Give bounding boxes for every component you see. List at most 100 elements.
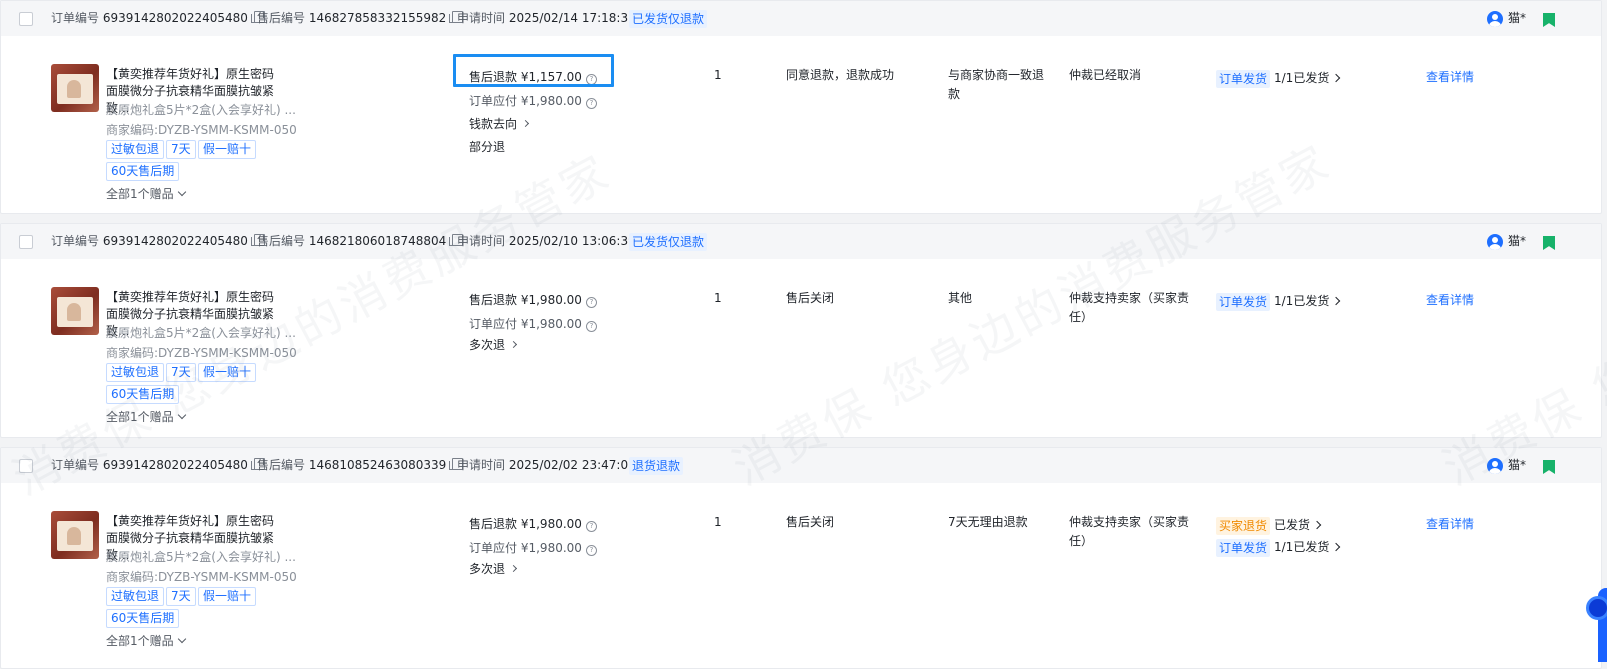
refund-amount: 售后退款 ¥1,980.00? (469, 291, 597, 308)
multiple-refund-label: 多次退 (469, 562, 506, 576)
shipping-status-link[interactable]: 1/1已发货 (1274, 538, 1341, 557)
arbitration-status: 仲裁支持卖家（买家责任） (1069, 515, 1190, 548)
money-destination-link[interactable]: 钱款去向 (469, 115, 530, 132)
view-details-link[interactable]: 查看详情 (1426, 68, 1474, 85)
refund-reason: 7天无理由退款 (948, 515, 1028, 529)
gift-label: 全部1个赠品 (106, 187, 174, 201)
shipping-status-link[interactable]: 1/1已发货 (1274, 69, 1341, 88)
info-icon[interactable]: ? (585, 521, 597, 532)
flag-icon[interactable] (1543, 460, 1555, 474)
after-sale-status: 售后关闭 (786, 515, 835, 529)
after-sale-number: 售后编号 146810852463080339 (257, 448, 464, 483)
apply-time: 申请时间 2025/02/02 23:47:01 (457, 448, 636, 483)
quantity: 1 (714, 291, 722, 305)
service-tag: 过敏包退 (106, 587, 165, 606)
refund-reason: 其他 (948, 291, 973, 305)
select-checkbox[interactable] (19, 235, 33, 249)
select-checkbox[interactable] (19, 12, 33, 26)
gift-toggle[interactable]: 全部1个赠品 (106, 632, 186, 649)
multiple-refund-label: 多次退 (469, 338, 506, 352)
refund-label: 售后退款 (469, 293, 518, 307)
payable-label: 订单应付 (469, 94, 518, 108)
info-icon[interactable]: ? (585, 98, 597, 109)
after-sale-status: 售后关闭 (786, 291, 835, 305)
shipping-tag: 订单发货 (1216, 539, 1271, 557)
payable-amount: 订单应付 ¥1,980.00? (469, 315, 597, 332)
payable-amount: 订单应付 ¥1,980.00? (469, 539, 597, 556)
view-details-link[interactable]: 查看详情 (1426, 291, 1474, 308)
product-thumbnail[interactable] (51, 511, 99, 559)
shipping-status-text: 1/1已发货 (1274, 540, 1330, 554)
view-details-link[interactable]: 查看详情 (1426, 515, 1474, 532)
after-sale-number-value: 146810852463080339 (308, 458, 447, 472)
product-thumbnail[interactable] (51, 287, 99, 335)
service-tag: 假一赔十 (198, 363, 257, 382)
info-icon[interactable]: ? (585, 321, 597, 332)
after-sale-number-label: 售后编号 (257, 458, 306, 472)
gift-toggle[interactable]: 全部1个赠品 (106, 408, 186, 425)
after-sale-number-label: 售后编号 (257, 234, 306, 248)
after-sale-number-value: 146821806018748804 (308, 234, 447, 248)
service-tag: 60天售后期 (106, 609, 180, 628)
gift-toggle[interactable]: 全部1个赠品 (106, 185, 186, 202)
flag-icon[interactable] (1543, 13, 1555, 27)
after-sale-number-label: 售后编号 (257, 11, 306, 25)
service-tag: 60天售后期 (106, 385, 180, 404)
merchant-code: 商家编码:DYZB-YSMM-KSMM-050 (106, 570, 297, 584)
product-thumbnail[interactable] (51, 64, 99, 112)
order-number-value: 6939142802022405480 (102, 11, 248, 25)
after-sale-number: 售后编号 146827858332155982 (257, 1, 464, 36)
payable-label: 订单应付 (469, 317, 518, 331)
order-number: 订单编号 6939142802022405480 (51, 448, 265, 483)
product-spec: 胶原炮礼盒5片*2盒(入会享好礼) ... (106, 103, 296, 117)
return-status-link[interactable]: 已发货 (1274, 516, 1322, 535)
apply-time: 申请时间 2025/02/10 13:06:39 (457, 224, 636, 259)
after-sale-card: 订单编号 6939142802022405480 售后编号 1468108524… (0, 447, 1602, 669)
user-icon (1487, 11, 1503, 27)
arbitration-status: 仲裁支持卖家（买家责任） (1069, 291, 1190, 324)
refund-type-tag: 退货退款 (629, 457, 684, 475)
shipping-tag: 订单发货 (1216, 293, 1271, 311)
product-spec: 胶原炮礼盒5片*2盒(入会享好礼) ... (106, 550, 296, 564)
merchant-code: 商家编码:DYZB-YSMM-KSMM-050 (106, 123, 297, 137)
select-checkbox[interactable] (19, 459, 33, 473)
info-icon[interactable]: ? (585, 545, 597, 556)
partial-refund-label: 部分退 (469, 140, 506, 154)
payable-label: 订单应付 (469, 541, 518, 555)
gift-label: 全部1个赠品 (106, 410, 174, 424)
buyer-name: 猫* (1508, 11, 1527, 25)
info-icon[interactable]: ? (585, 297, 597, 308)
order-number-value: 6939142802022405480 (102, 234, 248, 248)
shipping-status-link[interactable]: 1/1已发货 (1274, 292, 1341, 311)
arbitration-status: 仲裁已经取消 (1069, 68, 1142, 82)
card-header: 订单编号 6939142802022405480 售后编号 1468108524… (1, 448, 1601, 483)
flag-icon[interactable] (1543, 236, 1555, 250)
payable-value: ¥1,980.00 (520, 94, 582, 108)
service-tag: 假一赔十 (198, 587, 257, 606)
money-destination-label: 钱款去向 (469, 117, 518, 131)
refund-type-tag: 已发货仅退款 (629, 233, 708, 251)
chevron-right-icon (1332, 296, 1341, 306)
payable-value: ¥1,980.00 (520, 317, 582, 331)
service-tag: 60天售后期 (106, 162, 180, 181)
assistant-icon[interactable] (1586, 596, 1607, 620)
refund-type-tag: 已发货仅退款 (629, 10, 708, 28)
chevron-down-icon (177, 634, 186, 644)
chevron-right-icon (509, 564, 518, 573)
service-tag: 7天 (166, 587, 196, 606)
buyer-name: 猫* (1508, 234, 1527, 248)
after-sale-card: 订单编号 6939142802022405480 售后编号 1468278583… (0, 0, 1602, 214)
chevron-right-icon (509, 340, 518, 349)
return-status-text: 已发货 (1274, 518, 1311, 532)
order-number-label: 订单编号 (51, 458, 100, 472)
apply-time-label: 申请时间 (457, 458, 506, 472)
order-number: 订单编号 6939142802022405480 (51, 1, 265, 36)
refund-value: ¥1,980.00 (520, 293, 582, 307)
after-sale-card: 订单编号 6939142802022405480 售后编号 1468218060… (0, 223, 1602, 438)
apply-time-value: 2025/02/10 13:06:39 (508, 234, 636, 248)
multiple-refund-link[interactable]: 多次退 (469, 336, 518, 353)
after-sale-status: 同意退款，退款成功 (786, 68, 895, 82)
after-sale-number-value: 146827858332155982 (308, 11, 447, 25)
product-spec: 胶原炮礼盒5片*2盒(入会享好礼) ... (106, 326, 296, 340)
multiple-refund-link[interactable]: 多次退 (469, 560, 518, 577)
